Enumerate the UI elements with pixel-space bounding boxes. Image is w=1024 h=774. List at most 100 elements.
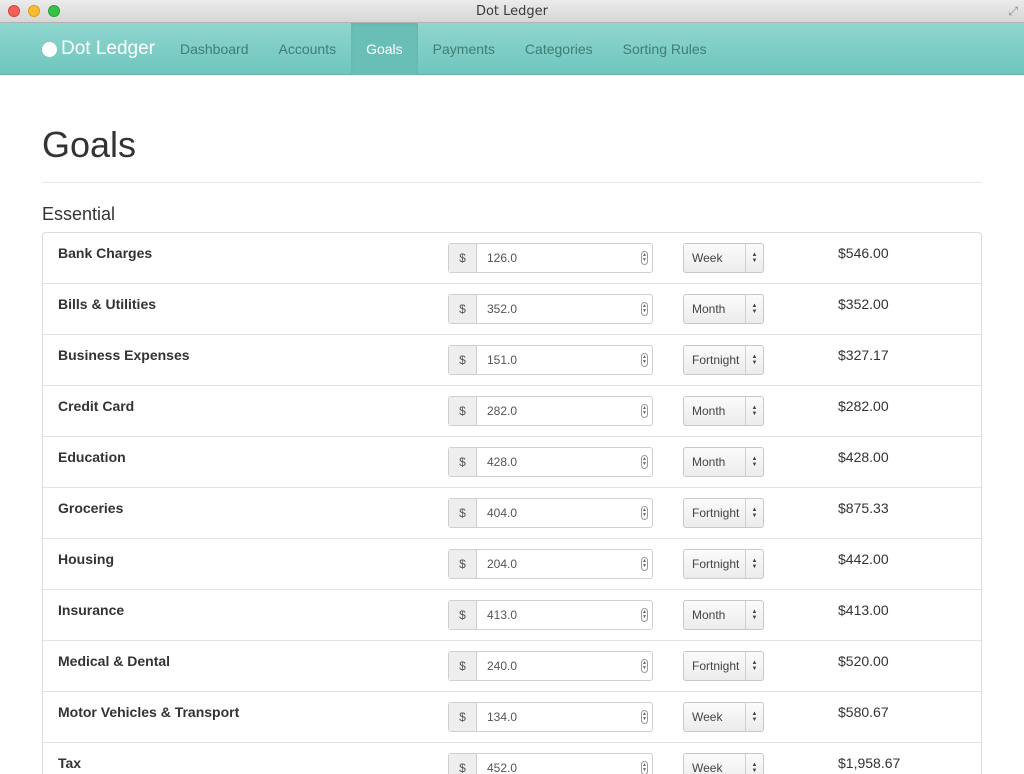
goal-total: $875.33: [838, 500, 889, 516]
goal-period-select[interactable]: Week ▲ ▼: [683, 243, 764, 273]
goal-period-select[interactable]: Month ▲ ▼: [683, 396, 764, 426]
goal-amount-value: 204.0: [487, 557, 518, 571]
fullscreen-icon[interactable]: ⤢: [1008, 4, 1018, 19]
currency-addon: $: [449, 703, 477, 731]
goal-name: Insurance: [58, 602, 125, 618]
number-spinner-icon[interactable]: ▲ ▼: [641, 404, 648, 418]
goal-amount-input-group: $204.0 ▲ ▼: [448, 549, 653, 579]
number-spinner-icon[interactable]: ▲ ▼: [641, 557, 648, 571]
brand-link[interactable]: Dot Ledger: [42, 37, 155, 61]
goal-amount-input[interactable]: 126.0 ▲ ▼: [477, 244, 652, 272]
goal-total: $442.00: [838, 551, 889, 567]
number-spinner-icon[interactable]: ▲ ▼: [641, 506, 648, 520]
window-title: Dot Ledger: [475, 4, 549, 19]
nav-item-goals[interactable]: Goals: [351, 23, 418, 75]
goal-period-select[interactable]: Fortnight ▲ ▼: [683, 549, 764, 579]
goal-period-value: Fortnight: [692, 557, 740, 571]
goal-name: Business Expenses: [58, 347, 190, 363]
goal-period-value: Month: [692, 455, 726, 469]
goal-amount-input[interactable]: 413.0 ▲ ▼: [477, 601, 652, 629]
goal-row: Groceries $404.0 ▲ ▼ Fortnight ▲ ▼ $875.33: [43, 488, 981, 539]
number-spinner-icon[interactable]: ▲ ▼: [641, 608, 648, 622]
brand-name: Dot Ledger: [61, 38, 156, 59]
goal-name: Bank Charges: [58, 245, 153, 261]
number-spinner-icon[interactable]: ▲ ▼: [641, 659, 648, 673]
goal-amount-input[interactable]: 240.0 ▲ ▼: [477, 652, 652, 680]
goal-amount-input[interactable]: 352.0 ▲ ▼: [477, 295, 652, 323]
select-arrows-icon: ▲ ▼: [745, 754, 763, 774]
title-divider: [42, 182, 982, 183]
goal-amount-value: 151.0: [487, 353, 518, 367]
goal-amount-input[interactable]: 204.0 ▲ ▼: [477, 550, 652, 578]
goal-period-value: Week: [692, 710, 723, 724]
goal-amount-value: 404.0: [487, 506, 518, 520]
currency-addon: $: [449, 652, 477, 680]
goal-period-select[interactable]: Week ▲ ▼: [683, 702, 764, 732]
select-arrows-icon: ▲ ▼: [745, 244, 763, 272]
window-titlebar: Dot Ledger ⤢: [0, 0, 1024, 23]
number-spinner-icon[interactable]: ▲ ▼: [641, 761, 648, 774]
goal-period-select[interactable]: Fortnight ▲ ▼: [683, 345, 764, 375]
select-arrows-icon: ▲ ▼: [745, 397, 763, 425]
goal-period-value: Fortnight: [692, 506, 740, 520]
goal-period-value: Fortnight: [692, 659, 740, 673]
select-arrows-icon: ▲ ▼: [745, 346, 763, 374]
currency-addon: $: [449, 448, 477, 476]
goal-amount-input-group: $240.0 ▲ ▼: [448, 651, 653, 681]
goal-amount-value: 126.0: [487, 251, 518, 265]
goal-name: Groceries: [58, 500, 124, 516]
goal-total: $327.17: [838, 347, 889, 363]
goal-row: Insurance $413.0 ▲ ▼ Month ▲ ▼ $413.00: [43, 590, 981, 641]
goal-period-select[interactable]: Week ▲ ▼: [683, 753, 764, 774]
goal-period-value: Fortnight: [692, 353, 740, 367]
select-arrows-icon: ▲ ▼: [745, 448, 763, 476]
select-arrows-icon: ▲ ▼: [745, 550, 763, 578]
nav-item-categories[interactable]: Categories: [510, 23, 608, 75]
goal-period-select[interactable]: Month ▲ ▼: [683, 600, 764, 630]
goal-period-select[interactable]: Fortnight ▲ ▼: [683, 498, 764, 528]
goal-amount-input[interactable]: 282.0 ▲ ▼: [477, 397, 652, 425]
goal-total: $352.00: [838, 296, 889, 312]
goal-period-select[interactable]: Month ▲ ▼: [683, 294, 764, 324]
goal-total: $520.00: [838, 653, 889, 669]
top-navbar: Dot Ledger Dashboard Accounts Goals Payment…: [0, 23, 1024, 75]
goal-amount-input-group: $126.0 ▲ ▼: [448, 243, 653, 273]
currency-addon: $: [449, 397, 477, 425]
goal-amount-input-group: $282.0 ▲ ▼: [448, 396, 653, 426]
goal-amount-value: 452.0: [487, 761, 518, 774]
goal-total: $413.00: [838, 602, 889, 618]
goal-row: Education $428.0 ▲ ▼ Month ▲ ▼ $428.00: [43, 437, 981, 488]
goal-total: $546.00: [838, 245, 889, 261]
goal-row: Medical & Dental $240.0 ▲ ▼ Fortnight ▲ ▼ $520.…: [43, 641, 981, 692]
number-spinner-icon[interactable]: ▲ ▼: [641, 251, 648, 265]
goal-name: Housing: [58, 551, 114, 567]
goal-amount-input[interactable]: 151.0 ▲ ▼: [477, 346, 652, 374]
select-arrows-icon: ▲ ▼: [745, 652, 763, 680]
nav-item-accounts[interactable]: Accounts: [264, 23, 352, 75]
nav-item-dashboard[interactable]: Dashboard: [165, 23, 264, 75]
goal-amount-input[interactable]: 404.0 ▲ ▼: [477, 499, 652, 527]
nav-item-sorting-rules[interactable]: Sorting Rules: [608, 23, 722, 75]
goal-amount-value: 282.0: [487, 404, 518, 418]
goals-list-panel: Bank Charges $126.0 ▲ ▼ Week ▲ ▼ $546.00 Bills &…: [42, 232, 982, 774]
number-spinner-icon[interactable]: ▲ ▼: [641, 302, 648, 316]
goal-amount-value: 413.0: [487, 608, 518, 622]
goal-amount-input-group: $404.0 ▲ ▼: [448, 498, 653, 528]
nav-item-payments[interactable]: Payments: [418, 23, 510, 75]
goal-amount-input[interactable]: 452.0 ▲ ▼: [477, 754, 652, 774]
goal-period-select[interactable]: Month ▲ ▼: [683, 447, 764, 477]
currency-addon: $: [449, 601, 477, 629]
goal-row: Motor Vehicles & Transport $134.0 ▲ ▼ Week ▲ ▼…: [43, 692, 981, 743]
currency-addon: $: [449, 499, 477, 527]
goal-period-select[interactable]: Fortnight ▲ ▼: [683, 651, 764, 681]
goal-amount-input-group: $151.0 ▲ ▼: [448, 345, 653, 375]
goal-amount-input[interactable]: 428.0 ▲ ▼: [477, 448, 652, 476]
goal-period-value: Week: [692, 761, 723, 774]
goal-period-value: Month: [692, 608, 726, 622]
goal-period-value: Month: [692, 404, 726, 418]
number-spinner-icon[interactable]: ▲ ▼: [641, 353, 648, 367]
nav-menu: Dashboard Accounts Goals Payments Categories…: [165, 23, 722, 75]
number-spinner-icon[interactable]: ▲ ▼: [641, 455, 648, 469]
number-spinner-icon[interactable]: ▲ ▼: [641, 710, 648, 724]
goal-amount-input[interactable]: 134.0 ▲ ▼: [477, 703, 652, 731]
